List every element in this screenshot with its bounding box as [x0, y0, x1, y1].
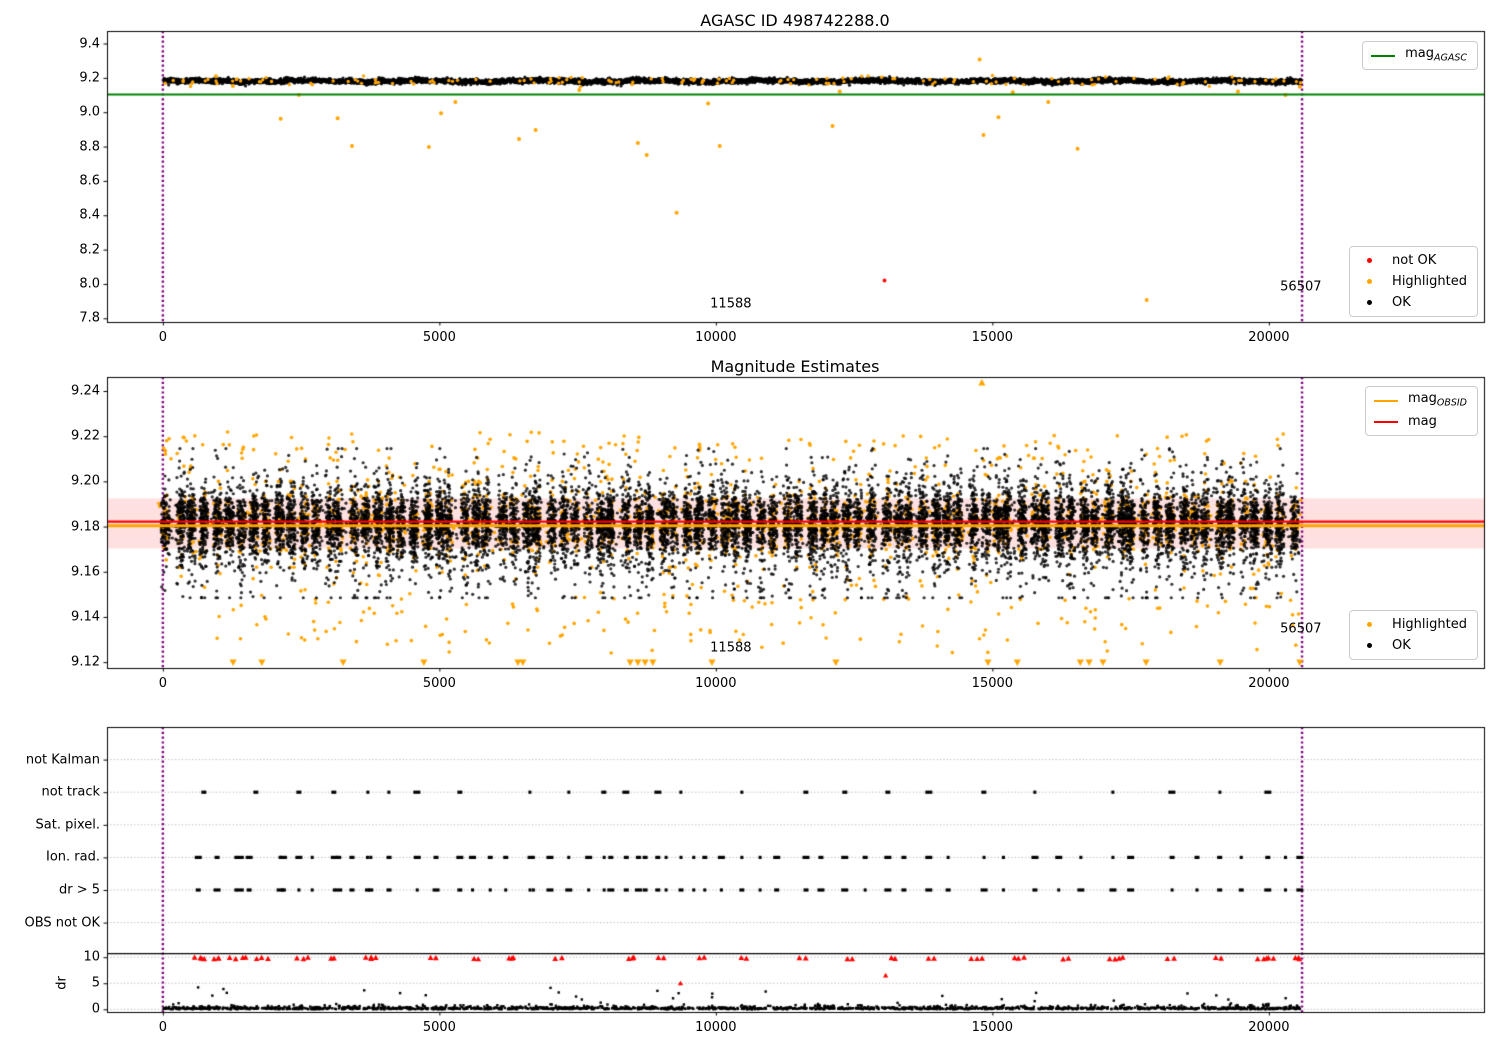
plot1-title: AGASC ID 498742288.0: [700, 11, 890, 30]
y-tick-label: 7.8: [79, 310, 100, 326]
y-tick-label: 9.4: [79, 36, 100, 51]
legend-entry: OK: [1358, 294, 1467, 311]
legend-label: magOBSID: [1407, 390, 1467, 409]
y-tick-label: 8.0: [79, 276, 100, 292]
legend-label: not OK: [1392, 253, 1437, 268]
legend-status-middle-plot: Highlighted OK: [1349, 610, 1478, 660]
annotation-11588-top: 11588: [710, 296, 752, 312]
orange-dot-icon: [1367, 279, 1373, 284]
legend-entry: not OK: [1358, 252, 1467, 269]
annotation-11588-middle: 11588: [710, 640, 752, 656]
legend-label: magAGASC: [1405, 45, 1467, 64]
legend-entry: Highlighted: [1358, 616, 1467, 633]
flag-row-label: not Kalman: [25, 752, 100, 768]
y-tick-label: 8.4: [79, 207, 100, 223]
x-tick-label: 10000: [695, 330, 737, 345]
legend-label: Highlighted: [1392, 617, 1467, 632]
green-line-icon: [1371, 54, 1396, 57]
y-tick-label: 9.0: [79, 104, 100, 120]
y-tick-label: 9.12: [71, 654, 100, 670]
legend-entry: OK: [1358, 637, 1467, 654]
dr-tick-label: 0: [91, 1001, 100, 1017]
plot2-title: Magnitude Estimates: [710, 357, 880, 376]
x-tick-label: 5000: [422, 1020, 456, 1035]
x-tick-label: 10000: [695, 676, 737, 691]
x-tick-label: 0: [158, 676, 167, 691]
figure: AGASC ID 498742288.0 Magnitude Estimates…: [0, 0, 1500, 1050]
x-tick-label: 20000: [1248, 1020, 1290, 1035]
annotation-56507-top: 56507: [1280, 279, 1322, 295]
annotation-56507-middle: 56507: [1280, 621, 1322, 637]
legend-status-top-plot: not OK Highlighted OK: [1349, 246, 1478, 317]
legend-label: mag: [1407, 414, 1437, 429]
legend-entry: mag: [1373, 413, 1467, 430]
x-tick-label: 20000: [1248, 676, 1290, 691]
dr-axis-label: dr: [54, 976, 70, 990]
y-tick-label: 9.20: [71, 473, 100, 489]
y-tick-label: 9.14: [71, 609, 100, 625]
black-dot-icon: [1367, 300, 1373, 305]
x-tick-label: 20000: [1248, 330, 1290, 345]
y-tick-label: 9.2: [79, 70, 100, 86]
legend-mag-agasc: magAGASC: [1362, 41, 1478, 70]
red-dot-icon: [1367, 258, 1373, 263]
legend-entry: magOBSID: [1373, 390, 1467, 409]
x-tick-label: 5000: [422, 330, 456, 345]
legend-entry: magAGASC: [1371, 45, 1467, 64]
x-tick-label: 15000: [971, 676, 1014, 691]
y-tick-label: 9.22: [71, 428, 100, 444]
legend-label: OK: [1392, 638, 1411, 653]
y-tick-label: 8.8: [79, 139, 100, 155]
black-dot-icon: [1367, 643, 1373, 648]
x-tick-label: 5000: [422, 676, 456, 691]
y-tick-label: 9.24: [71, 383, 100, 399]
y-tick-label: 8.2: [79, 242, 100, 258]
chart-canvas: [0, 0, 1500, 1050]
x-tick-label: 0: [158, 1020, 167, 1035]
x-tick-label: 15000: [971, 330, 1014, 345]
x-tick-label: 15000: [971, 1020, 1014, 1035]
dr-tick-label: 10: [83, 949, 100, 965]
y-tick-label: 9.16: [71, 564, 100, 580]
dr-tick-label: 5: [91, 975, 100, 991]
legend-entry: Highlighted: [1358, 273, 1467, 290]
flag-row-label: dr > 5: [58, 882, 100, 898]
y-tick-label: 8.6: [79, 173, 100, 189]
y-tick-label: 9.18: [71, 519, 100, 535]
flag-row-label: Sat. pixel.: [35, 817, 100, 833]
orange-line-icon: [1373, 399, 1398, 402]
legend-mag-lines: magOBSID mag: [1364, 386, 1478, 436]
flag-row-label: Ion. rad.: [46, 849, 100, 865]
red-line-icon: [1373, 420, 1398, 423]
x-tick-label: 0: [158, 330, 167, 345]
flag-row-label: not track: [41, 784, 100, 800]
flag-row-label: OBS not OK: [24, 915, 101, 931]
legend-label: Highlighted: [1392, 274, 1467, 289]
orange-dot-icon: [1367, 622, 1373, 627]
x-tick-label: 10000: [695, 1020, 737, 1035]
legend-label: OK: [1392, 295, 1411, 310]
